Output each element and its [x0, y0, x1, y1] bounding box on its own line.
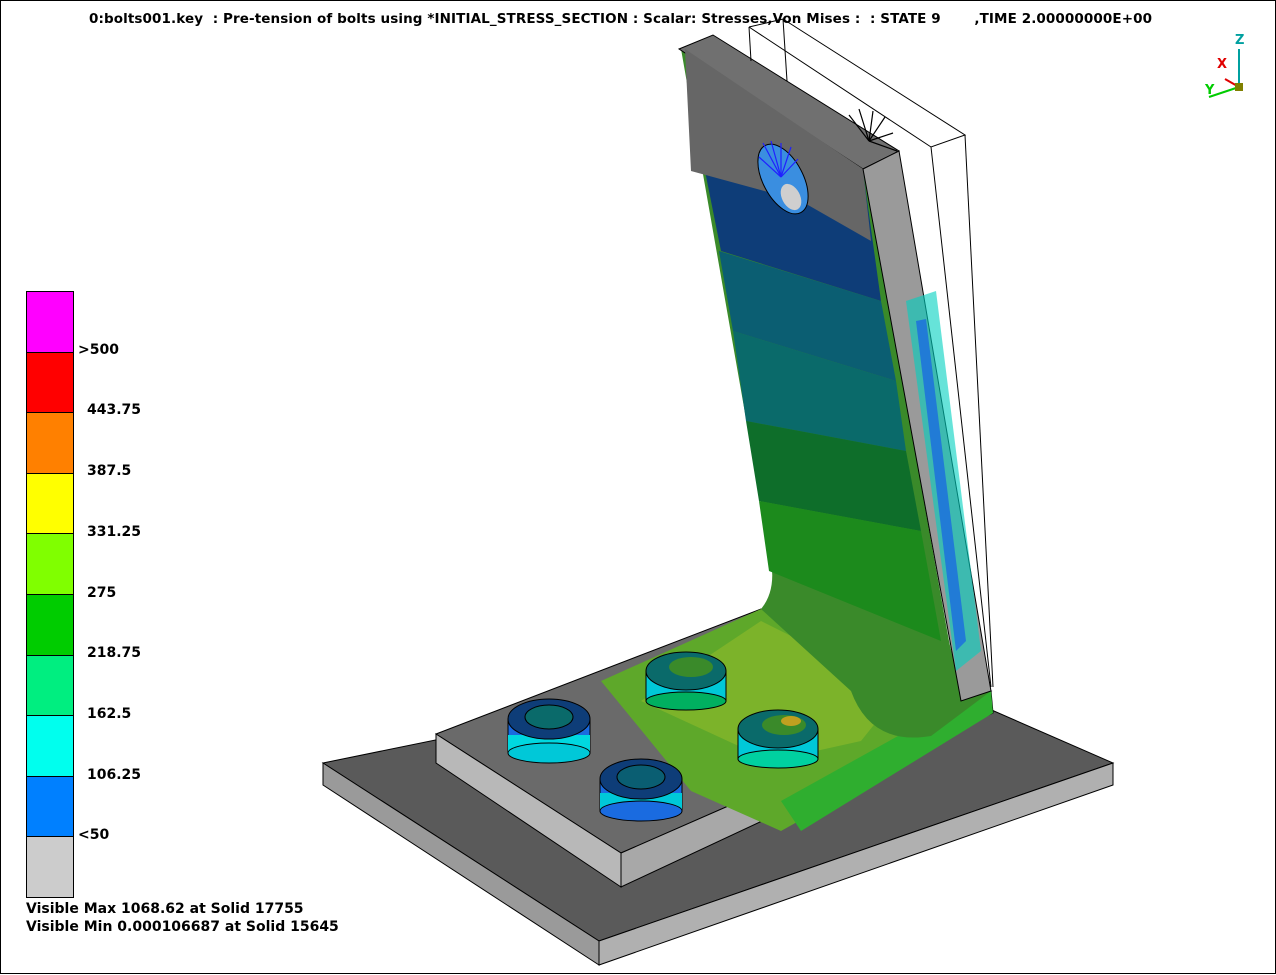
- z-axis-label: Z: [1235, 33, 1245, 48]
- visible-max-line: Visible Max 1068.62 at Solid 17755: [26, 901, 304, 917]
- x-axis-label: X: [1217, 57, 1228, 72]
- bracket-model[interactable]: [1, 1, 1276, 975]
- bolt-head-2: [645, 651, 727, 711]
- legend-swatch: [27, 654, 73, 716]
- legend-swatch: [27, 775, 73, 837]
- legend-label: >500: [78, 341, 119, 358]
- legend-label: 331.25: [87, 523, 142, 540]
- legend-swatch: [27, 836, 73, 897]
- legend-label: 387.5: [87, 463, 132, 480]
- legend-label: 106.25: [87, 766, 142, 783]
- legend-swatch: [27, 351, 73, 413]
- visible-min-line: Visible Min 0.000106687 at Solid 15645: [26, 919, 339, 935]
- legend-swatch: [27, 533, 73, 594]
- model-viewport[interactable]: 0:bolts001.key : Pre-tension of bolts us…: [0, 0, 1276, 974]
- legend-label: 218.75: [87, 645, 142, 662]
- legend-swatch: [27, 472, 73, 534]
- y-axis-label: Y: [1205, 83, 1215, 98]
- legend-swatch: [27, 593, 73, 655]
- legend-label: <50: [78, 827, 110, 844]
- legend-label: 162.5: [87, 705, 132, 722]
- bolt-head-4: [599, 758, 683, 822]
- axis-triad: Z X Y: [1197, 33, 1257, 105]
- legend-swatch: [27, 412, 73, 473]
- bolt-head-1: [507, 698, 591, 764]
- legend-label: 275: [87, 584, 117, 601]
- legend-swatch: [27, 715, 73, 776]
- legend-label: 443.75: [87, 402, 142, 419]
- bolt-head-3: [737, 709, 819, 769]
- legend-swatch: [27, 292, 73, 352]
- color-legend: [26, 291, 74, 898]
